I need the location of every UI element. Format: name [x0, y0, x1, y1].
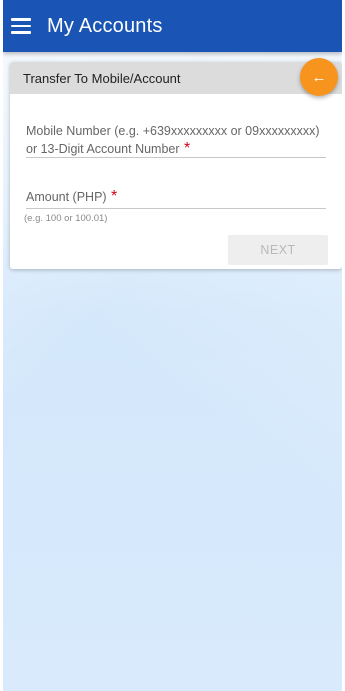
amount-field[interactable]: Amount (PHP) * [26, 188, 326, 209]
amount-label: Amount (PHP) [26, 190, 107, 204]
transfer-card: Transfer To Mobile/Account ← Mobile Numb… [10, 58, 342, 269]
app-screen: My Accounts Transfer To Mobile/Account ←… [3, 0, 342, 691]
mobile-number-label: Mobile Number (e.g. +639xxxxxxxxx or 09x… [26, 124, 320, 156]
arrow-left-icon: ← [311, 68, 327, 86]
card-title: Transfer To Mobile/Account [23, 70, 181, 86]
amount-hint: (e.g. 100 or 100.01) [24, 213, 108, 224]
back-button[interactable]: ← [300, 58, 338, 96]
hamburger-menu-icon[interactable] [11, 11, 41, 41]
card-header: Transfer To Mobile/Account [10, 62, 342, 94]
required-mark: * [184, 140, 191, 157]
app-bar: My Accounts [3, 0, 342, 52]
required-mark: * [111, 188, 118, 205]
page-title: My Accounts [47, 14, 163, 37]
next-button[interactable]: NEXT [228, 235, 328, 265]
mobile-number-field[interactable]: Mobile Number (e.g. +639xxxxxxxxx or 09x… [26, 122, 326, 158]
